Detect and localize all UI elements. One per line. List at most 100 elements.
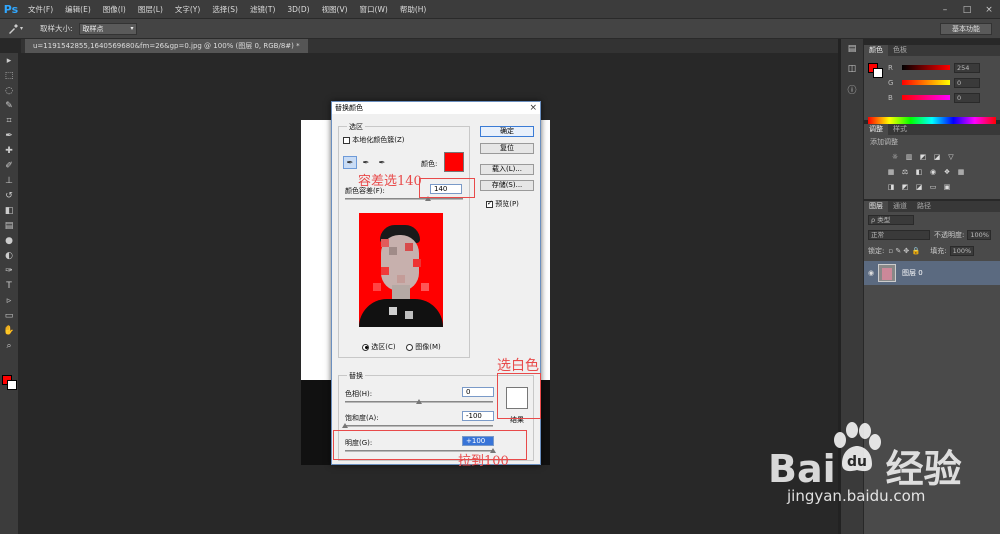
close-icon[interactable]: × [529, 102, 537, 114]
healing-tool-icon[interactable]: ✚ [0, 143, 18, 158]
preview-checkbox[interactable] [486, 199, 493, 208]
hue-input[interactable]: 0 [462, 387, 494, 397]
sample-size-select[interactable]: 取样点 ▾ [78, 22, 137, 35]
menu-type[interactable]: 文字(Y) [169, 4, 206, 15]
levels-icon[interactable]: ▥ [904, 152, 914, 161]
eyedropper-plus-icon[interactable]: ✒ [359, 156, 373, 169]
marquee-tool-icon[interactable]: ⬚ [0, 68, 18, 83]
close-window-button[interactable]: × [978, 0, 1000, 19]
saturation-slider-track[interactable] [345, 425, 493, 427]
dodge-tool-icon[interactable]: ◐ [0, 248, 18, 263]
pen-tool-icon[interactable]: ✑ [0, 263, 18, 278]
load-button[interactable]: 载入(L)... [480, 164, 534, 175]
zoom-tool-icon[interactable]: ⌕ [0, 338, 18, 353]
localized-clusters-checkbox[interactable] [343, 136, 350, 144]
green-channel-input[interactable]: 0 [954, 77, 980, 88]
background-color-swatch[interactable] [7, 380, 17, 390]
workspace-select[interactable]: 基本功能 [940, 23, 992, 35]
menu-filter[interactable]: 滤镜(T) [244, 4, 281, 15]
layer-row-0[interactable]: ◉ 图层 0 [864, 261, 1000, 285]
localized-clusters-row[interactable]: 本地化颜色簇(Z) [343, 135, 405, 145]
blur-tool-icon[interactable]: ● [0, 233, 18, 248]
history-panel-icon[interactable]: ▤ [841, 39, 863, 59]
layer-name[interactable]: 图层 0 [902, 268, 923, 278]
blue-channel-slider[interactable] [902, 95, 950, 100]
menu-window[interactable]: 窗口(W) [354, 4, 394, 15]
tab-color[interactable]: 颜色 [864, 45, 888, 56]
tab-paths[interactable]: 路径 [912, 201, 936, 212]
balance-icon[interactable]: ⚖ [900, 167, 910, 176]
threshold-icon[interactable]: ◪ [914, 182, 924, 191]
radio-selection[interactable] [362, 343, 369, 351]
menu-select[interactable]: 选择(S) [206, 4, 244, 15]
ok-button[interactable]: 确定 [480, 126, 534, 137]
save-button[interactable]: 存储(S)... [480, 180, 534, 191]
photo-filter-icon[interactable]: ◉ [928, 167, 938, 176]
vibrance-icon[interactable]: ▽ [946, 152, 956, 161]
document-tab[interactable]: u=1191542855,1640569680&fm=26&gp=0.jpg @… [25, 39, 308, 53]
red-channel-input[interactable]: 254 [954, 62, 980, 73]
reset-button[interactable]: 复位 [480, 143, 534, 154]
channel-mixer-icon[interactable]: ❖ [942, 167, 952, 176]
maximize-button[interactable]: □ [956, 0, 978, 19]
menu-edit[interactable]: 编辑(E) [59, 4, 97, 15]
eraser-tool-icon[interactable]: ◧ [0, 203, 18, 218]
radio-selection-row[interactable]: 选区(C) [362, 342, 396, 352]
menu-image[interactable]: 图像(I) [97, 4, 132, 15]
menu-view[interactable]: 视图(V) [316, 4, 354, 15]
brightness-icon[interactable]: ☼ [890, 152, 900, 161]
menu-help[interactable]: 帮助(H) [394, 4, 433, 15]
type-tool-icon[interactable]: T [0, 278, 18, 293]
layer-filter-select[interactable]: ρ 类型 [868, 215, 914, 225]
lock-icon[interactable]: ▫ ✎ ✥ 🔒 [888, 247, 920, 255]
history-brush-icon[interactable]: ↺ [0, 188, 18, 203]
saturation-input[interactable]: -100 [462, 411, 494, 421]
color-panel-bg-swatch[interactable] [873, 68, 883, 78]
hue-slider-thumb[interactable] [416, 399, 422, 404]
saturation-slider-thumb[interactable] [342, 423, 348, 428]
eyedropper-icon[interactable]: ▾ [8, 23, 30, 34]
green-channel-slider[interactable] [902, 80, 950, 85]
invert-icon[interactable]: ◨ [886, 182, 896, 191]
menu-layer[interactable]: 图层(L) [132, 4, 169, 15]
tab-layers[interactable]: 图层 [864, 201, 888, 212]
path-select-icon[interactable]: ▹ [0, 293, 18, 308]
selective-color-icon[interactable]: ▣ [942, 182, 952, 191]
preview-row[interactable]: 预览(P) [486, 199, 519, 209]
eyedropper-minus-icon[interactable]: ✒ [375, 156, 389, 169]
menu-file[interactable]: 文件(F) [22, 4, 59, 15]
brush-tool-icon[interactable]: ✐ [0, 158, 18, 173]
fuzziness-slider-track[interactable] [345, 198, 463, 200]
radio-image-row[interactable]: 图像(M) [406, 342, 441, 352]
tab-channels[interactable]: 通道 [888, 201, 912, 212]
properties-panel-icon[interactable]: ◫ [841, 59, 863, 79]
blend-mode-select[interactable]: 正常 [868, 230, 930, 240]
quick-select-tool-icon[interactable]: ✎ [0, 98, 18, 113]
move-tool-icon[interactable]: ▸ [0, 53, 18, 68]
black-white-icon[interactable]: ◧ [914, 167, 924, 176]
shape-tool-icon[interactable]: ▭ [0, 308, 18, 323]
tab-swatches[interactable]: 色板 [888, 45, 912, 56]
color-lookup-icon[interactable]: ▦ [956, 167, 966, 176]
lasso-tool-icon[interactable]: ◌ [0, 83, 18, 98]
gradient-tool-icon[interactable]: ▤ [0, 218, 18, 233]
curves-icon[interactable]: ◩ [918, 152, 928, 161]
visibility-eye-icon[interactable]: ◉ [864, 269, 878, 277]
minimize-button[interactable]: – [934, 0, 956, 19]
gradient-map-icon[interactable]: ▭ [928, 182, 938, 191]
stamp-tool-icon[interactable]: ⊥ [0, 173, 18, 188]
hue-saturation-icon[interactable]: ▦ [886, 167, 896, 176]
hand-tool-icon[interactable]: ✋ [0, 323, 18, 338]
radio-image[interactable] [406, 343, 413, 351]
red-channel-slider[interactable] [902, 65, 950, 70]
tab-styles[interactable]: 样式 [888, 124, 912, 135]
fill-input[interactable]: 100% [949, 246, 974, 256]
posterize-icon[interactable]: ◩ [900, 182, 910, 191]
eyedropper-tool-icon[interactable]: ✒ [0, 128, 18, 143]
tab-adjustments[interactable]: 调整 [864, 124, 888, 135]
blue-channel-input[interactable]: 0 [954, 92, 980, 103]
eyedropper-icon[interactable]: ✒ [343, 156, 357, 169]
menu-3d[interactable]: 3D(D) [281, 5, 315, 14]
crop-tool-icon[interactable]: ⌗ [0, 113, 18, 128]
selected-color-swatch[interactable] [444, 152, 464, 172]
